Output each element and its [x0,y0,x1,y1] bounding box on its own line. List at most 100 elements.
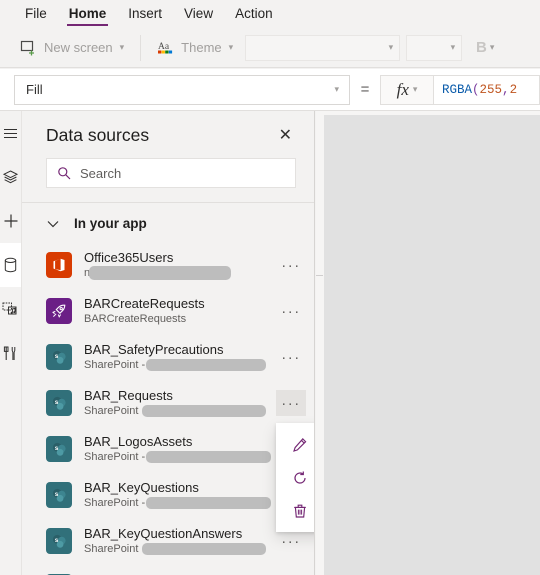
menu-item-view[interactable]: View [173,2,224,27]
list-item[interactable]: Office365Users n ··· [22,242,314,288]
theme-icon: Aa [157,39,174,56]
chevron-down-icon: ▾ [489,42,495,52]
list-item-text: Office365Users n [84,250,276,280]
list-item-text: BARCreateRequests BARCreateRequests [84,296,276,326]
menu-item-action[interactable]: Action [224,2,284,27]
sharepoint-icon: s [46,436,72,462]
ribbon-divider [140,34,142,61]
data-source-subtitle: BARCreateRequests [84,313,187,325]
bold-button[interactable]: B ▾ [468,34,502,62]
app-screen-canvas[interactable] [324,115,540,575]
fx-button[interactable]: fx ▾ [380,74,434,105]
group-label: In your app [74,216,147,231]
context-menu-item-remove[interactable]: Remove [276,494,314,527]
chevron-down-icon [47,220,59,227]
rail-item-tree-view[interactable] [0,155,21,199]
new-screen-button[interactable]: New screen ▾ [12,33,132,63]
list-item[interactable]: s BAR_Requests SharePoint - ··· [22,380,314,426]
list-item[interactable]: s [22,564,314,575]
data-source-subtitle-wrap: SharePoint - n [84,358,276,372]
menu-item-home[interactable]: Home [58,2,118,27]
sharepoint-icon: s [46,390,72,416]
list-item[interactable]: s BAR_KeyQuestionAnswers SharePoint - ··… [22,518,314,564]
data-source-name: Office365Users [84,250,174,265]
close-icon[interactable]: ✕ [275,126,296,146]
sharepoint-icon: s [46,528,72,554]
search-input[interactable]: Search [46,158,296,188]
data-source-subtitle-wrap: BARCreateRequests [84,312,276,326]
formula-function-name: RGBA [442,82,473,97]
more-options-button[interactable]: ··· [276,390,306,416]
canvas-area [316,111,540,575]
pencil-icon [293,437,307,452]
search-container: Search [22,152,314,202]
chevron-down-icon: ▾ [334,84,339,94]
redaction-bar [146,497,271,509]
list-item[interactable]: s BAR_LogosAssets SharePoint - n ··· [22,426,314,472]
chevron-down-icon: ▾ [388,42,394,52]
search-placeholder: Search [80,165,122,181]
tools-icon [3,346,15,360]
powerapps-studio-window: File Home Insert View Action New screen … [0,0,540,575]
left-rail [0,111,22,575]
menu-bar: File Home Insert View Action [0,0,540,28]
list-item-text: BAR_SafetyPrecautions SharePoint - n [84,342,276,372]
svg-text:s: s [54,399,58,406]
sharepoint-icon: s [46,482,72,508]
more-options-button[interactable]: ··· [276,344,306,370]
ribbon-toolbar: New screen ▾ Aa Theme ▾ ▾ ▾ B ▾ [0,28,540,68]
list-item-text: BAR_KeyQuestions SharePoint - n [84,480,276,510]
theme-label: Theme [181,40,222,55]
list-item-text: BAR_KeyQuestionAnswers SharePoint - [84,526,276,556]
context-menu: Edit data Refresh Remove [276,423,314,532]
redaction-bar [89,266,231,280]
formula-bar: Fill ▾ = fx ▾ RGBA(255, 2 [0,69,540,111]
bold-label: B [475,39,487,56]
list-item-text: BAR_Requests SharePoint - [84,388,276,418]
rail-item-data[interactable] [0,243,21,287]
data-source-subtitle-wrap: SharePoint - [84,542,276,556]
new-screen-label: New screen [44,40,113,55]
list-item-text: BAR_LogosAssets SharePoint - n [84,434,276,464]
sharepoint-icon: s [46,344,72,370]
group-in-your-app[interactable]: In your app [22,203,314,242]
list-item[interactable]: s BAR_SafetyPrecautions SharePoint - n ·… [22,334,314,380]
panel-title: Data sources [46,125,150,145]
more-options-button[interactable]: ··· [276,298,306,324]
chevron-down-icon: ▾ [450,42,456,52]
rail-item-media[interactable] [0,287,21,331]
context-menu-item-edit-data[interactable]: Edit data [276,428,314,461]
data-source-name: BAR_KeyQuestionAnswers [84,526,243,541]
data-source-name: BAR_KeyQuestions [84,480,199,495]
rail-item-insert[interactable] [0,199,21,243]
property-value: Fill [26,82,43,97]
equals-sign: = [360,81,370,98]
font-size-select[interactable]: ▾ [406,34,463,61]
font-family-select[interactable]: ▾ [245,34,401,61]
more-options-button[interactable]: ··· [276,252,306,278]
context-menu-item-refresh[interactable]: Refresh [276,461,314,494]
data-source-name: BARCreateRequests [84,296,205,311]
formula-comma: , [502,82,510,97]
property-select[interactable]: Fill ▾ [14,74,350,105]
chevron-down-icon: ▾ [119,42,125,52]
svg-text:s: s [54,491,58,498]
new-screen-icon [20,39,37,56]
rail-item-menu-toggle[interactable] [0,111,21,155]
database-icon [4,257,17,273]
data-source-subtitle-wrap: SharePoint - n [84,450,276,464]
list-item[interactable]: s BAR_KeyQuestions SharePoint - n ··· [22,472,314,518]
menu-item-insert[interactable]: Insert [117,2,173,27]
data-source-subtitle-wrap: SharePoint - n [84,496,276,510]
layers-icon [2,169,19,183]
panel-header: Data sources ✕ [22,111,314,152]
data-source-name: BAR_SafetyPrecautions [84,342,224,357]
chevron-down-icon: ▾ [412,84,418,94]
formula-input[interactable]: RGBA(255, 2 [434,74,540,105]
data-source-subtitle-wrap: n [84,266,276,280]
list-item[interactable]: BARCreateRequests BARCreateRequests ··· [22,288,314,334]
menu-item-file[interactable]: File [14,2,58,27]
rail-item-advanced[interactable] [0,331,21,375]
theme-button[interactable]: Aa Theme ▾ [149,33,241,63]
data-source-name: BAR_Requests [84,388,173,403]
